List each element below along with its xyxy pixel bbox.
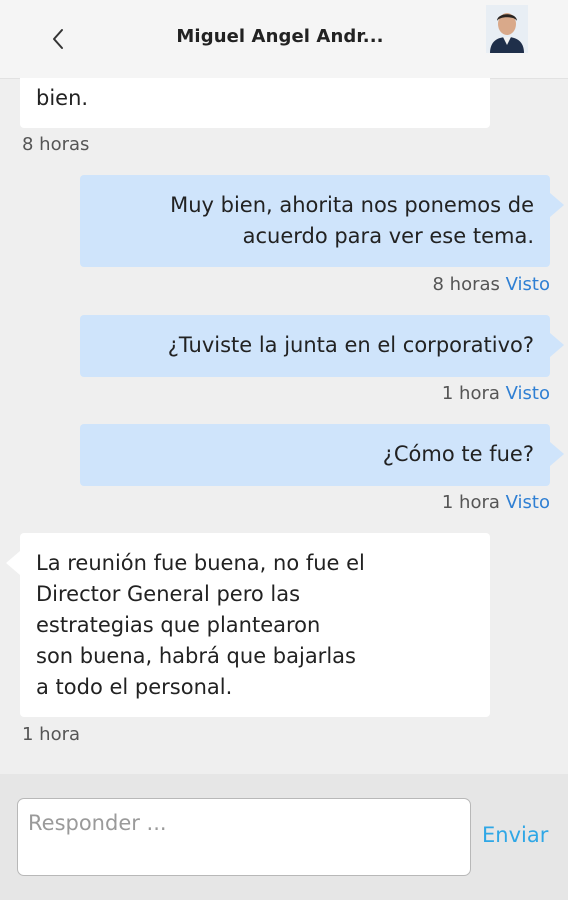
message-text: ¿Cómo te fue? — [382, 442, 534, 466]
message-text: bien. — [36, 86, 89, 110]
bubble-tail — [550, 193, 564, 217]
message-text: La reunión fue buena, no fue el Director… — [36, 551, 365, 699]
seen-status: Visto — [505, 274, 550, 295]
bubble-tail — [6, 551, 20, 575]
message-time: 1 hora — [22, 724, 81, 745]
message-time: 1 hora — [441, 383, 500, 404]
bubble-tail — [550, 333, 564, 357]
message-bubble: ¿Tuviste la junta en el corporativo? — [80, 315, 564, 377]
message-bubble: Muy bien, ahorita nos ponemos de acuerdo… — [80, 175, 564, 267]
composer-bar: Enviar — [0, 774, 568, 900]
reply-input[interactable] — [17, 798, 471, 876]
message-bubble: bien. — [20, 78, 490, 128]
message-bubble: La reunión fue buena, no fue el Director… — [6, 533, 490, 717]
chevron-left-icon — [53, 29, 63, 49]
message-time: 8 horas — [22, 134, 90, 155]
message-time: 1 hora — [441, 492, 500, 513]
seen-status: Visto — [505, 492, 550, 513]
avatar[interactable] — [486, 5, 528, 53]
message-meta: 1 hora Visto — [442, 492, 550, 513]
message-text: ¿Tuviste la junta en el corporativo? — [167, 333, 534, 357]
message-meta: 1 hora Visto — [442, 383, 550, 404]
back-button[interactable] — [44, 24, 74, 54]
message-meta: 8 horas Visto — [432, 274, 550, 295]
message-time: 8 horas — [432, 274, 500, 295]
contact-name[interactable]: Miguel Angel Andr... — [150, 26, 410, 47]
send-button[interactable]: Enviar — [482, 823, 548, 847]
bubble-tail — [550, 442, 564, 466]
message-bubble: ¿Cómo te fue? — [80, 424, 564, 486]
message-text: Muy bien, ahorita nos ponemos de acuerdo… — [170, 193, 534, 248]
message-list[interactable]: bien. 8 horas Muy bien, ahorita nos pone… — [0, 78, 568, 774]
seen-status: Visto — [505, 383, 550, 404]
chat-header: Miguel Angel Andr... — [0, 0, 568, 79]
